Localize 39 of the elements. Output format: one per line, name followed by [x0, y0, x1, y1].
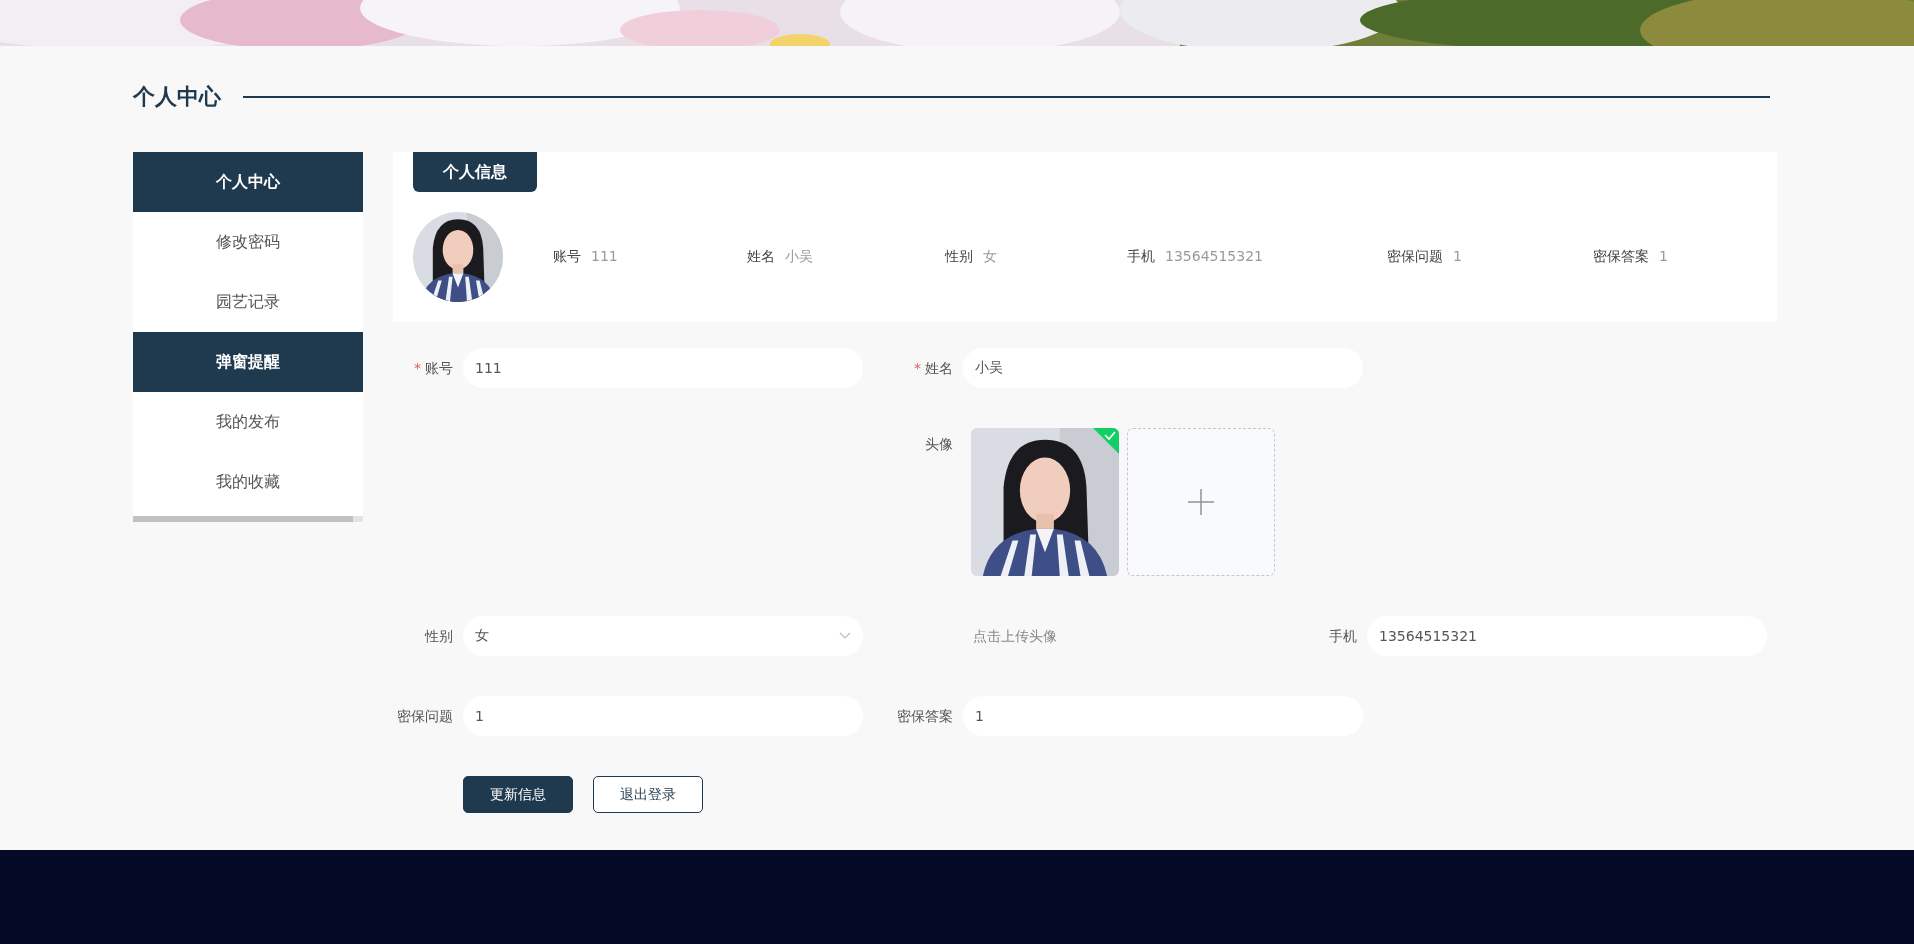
input-field[interactable]: 小吴 — [963, 348, 1363, 388]
info-label: 密保问题 — [1387, 248, 1443, 266]
select-field[interactable]: 女 — [463, 616, 863, 656]
field-label: 头像 — [924, 435, 954, 454]
info-value: 1 — [1453, 248, 1462, 266]
section-title: 个人中心 — [133, 83, 221, 111]
info-value: 女 — [983, 248, 997, 266]
field-label: 账号 — [425, 360, 453, 376]
required-mark: * — [414, 360, 421, 376]
field-label: 密保答案 — [897, 708, 953, 724]
chevron-down-icon — [839, 632, 851, 640]
scrollbar-thumb[interactable] — [133, 516, 353, 522]
sidebar-title: 个人中心 — [133, 152, 363, 212]
input-field[interactable]: 111 — [463, 348, 863, 388]
plus-icon — [1188, 489, 1214, 515]
input-field[interactable]: 13564515321 — [1367, 616, 1767, 656]
required-mark: * — [914, 360, 921, 376]
field-label: 密保问题 — [397, 708, 453, 724]
profile-tab[interactable]: 个人信息 — [413, 152, 537, 192]
info-label: 账号 — [553, 248, 581, 266]
sidebar-item[interactable]: 弹窗提醒 — [133, 332, 363, 392]
field-label: 姓名 — [925, 360, 953, 376]
info-value: 小吴 — [785, 248, 813, 266]
info-value: 111 — [591, 248, 618, 266]
info-value: 13564515321 — [1165, 248, 1263, 266]
info-label: 姓名 — [747, 248, 775, 266]
info-label: 密保答案 — [1593, 248, 1649, 266]
check-badge-icon — [1093, 428, 1119, 454]
info-label: 手机 — [1127, 248, 1155, 266]
info-label: 性别 — [945, 248, 973, 266]
logout-button[interactable]: 退出登录 — [593, 776, 703, 813]
upload-button[interactable] — [1127, 428, 1275, 576]
field-label: 性别 — [423, 627, 454, 646]
input-field[interactable]: 1 — [463, 696, 863, 736]
info-value: 1 — [1659, 248, 1668, 266]
upload-hint: 点击上传头像 — [973, 628, 1057, 644]
input-field[interactable]: 1 — [963, 696, 1363, 736]
field-label: 手机 — [1329, 628, 1357, 644]
update-button[interactable]: 更新信息 — [463, 776, 573, 813]
